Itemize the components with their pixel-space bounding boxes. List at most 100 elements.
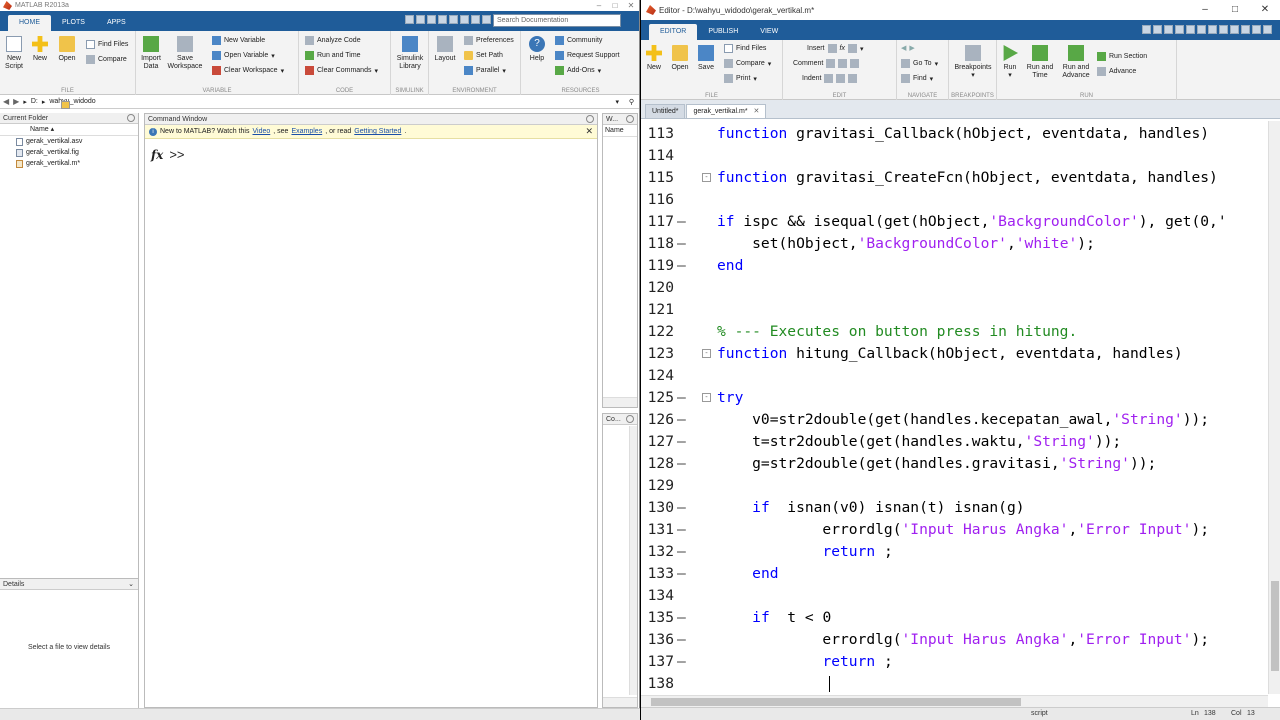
code-line[interactable]: 124 — [641, 365, 1268, 387]
code-line[interactable]: 113 function gravitasi_Callback(hObject, … — [641, 123, 1268, 145]
tab-apps[interactable]: APPS — [96, 15, 137, 31]
code-line[interactable]: 121 — [641, 299, 1268, 321]
code-line[interactable]: 122 % --- Executes on button press in hit… — [641, 321, 1268, 343]
qat-paste-icon[interactable] — [438, 15, 447, 24]
open-variable-button[interactable]: Open Variable ▾ — [212, 51, 275, 60]
maximize-icon[interactable]: □ — [1220, 0, 1250, 20]
panel-actions-icon[interactable] — [626, 115, 634, 123]
breakpoint-marker[interactable]: – — [677, 453, 686, 475]
uncomment-icon[interactable] — [838, 59, 848, 68]
increase-indent-icon[interactable] — [836, 74, 846, 83]
help-button[interactable]: ? Help — [525, 36, 549, 63]
function-browser-icon[interactable]: fx — [151, 148, 163, 162]
code-line[interactable]: 125– - try — [641, 387, 1268, 409]
qat-layout-icon[interactable] — [1230, 25, 1239, 34]
breakpoint-marker[interactable]: – — [677, 563, 686, 585]
qat-layout-icon[interactable] — [1208, 25, 1217, 34]
code-line[interactable]: 133– end — [641, 563, 1268, 585]
save-button[interactable]: Save — [695, 45, 717, 72]
fx-icon[interactable]: fx — [840, 45, 845, 52]
new-script-button[interactable]: New Script — [3, 36, 25, 71]
advance-button[interactable]: Advance — [1097, 67, 1136, 76]
breakpoint-marker[interactable]: – — [677, 409, 686, 431]
qat-layout-icon[interactable] — [1219, 25, 1228, 34]
run-and-time-button[interactable]: Run and Time — [1025, 45, 1055, 80]
qat-save-icon[interactable] — [405, 15, 414, 24]
video-link[interactable]: Video — [252, 128, 270, 135]
examples-link[interactable]: Examples — [291, 128, 322, 135]
qat-help-icon[interactable] — [1252, 25, 1261, 34]
breakpoint-marker[interactable]: – — [677, 497, 686, 519]
add-ons-button[interactable]: Add-Ons ▾ — [555, 66, 601, 75]
qat-redo-icon[interactable] — [460, 15, 469, 24]
address-folder[interactable]: wahyu_widodo — [49, 98, 95, 105]
open-button[interactable]: Open — [669, 45, 691, 72]
fold-toggle-icon[interactable]: - — [702, 393, 711, 402]
community-button[interactable]: Community — [555, 36, 602, 45]
minimize-icon[interactable]: – — [1190, 0, 1220, 20]
code-line[interactable]: 115 - function gravitasi_CreateFcn(hObject… — [641, 167, 1268, 189]
tab-home[interactable]: HOME — [8, 15, 51, 31]
code-line[interactable]: 114 — [641, 145, 1268, 167]
new-button[interactable]: New — [643, 45, 665, 72]
qat-copy-icon[interactable] — [1164, 25, 1173, 34]
layout-button[interactable]: Layout — [431, 36, 459, 63]
compare-button[interactable]: Compare — [86, 55, 127, 64]
breakpoints-button[interactable]: Breakpoints ▾ — [949, 45, 997, 80]
editor-horizontal-scrollbar[interactable] — [641, 695, 1268, 707]
comment-button[interactable]: Comment — [793, 59, 860, 68]
scroll-thumb[interactable] — [651, 698, 1021, 706]
code-line[interactable]: 129 — [641, 475, 1268, 497]
breakpoint-marker[interactable]: – — [677, 607, 686, 629]
browse-folder-icon[interactable] — [61, 101, 70, 109]
simulink-library-button[interactable]: Simulink Library — [394, 36, 426, 71]
import-data-button[interactable]: Import Data — [139, 36, 163, 71]
qat-paste-icon[interactable] — [1175, 25, 1184, 34]
qat-undo-icon[interactable] — [1186, 25, 1195, 34]
breakpoint-marker[interactable]: – — [677, 431, 686, 453]
code-line[interactable]: 135– if t < 0 — [641, 607, 1268, 629]
parallel-button[interactable]: Parallel ▾ — [464, 66, 506, 75]
editor-vertical-scrollbar[interactable] — [1268, 121, 1280, 694]
code-line[interactable]: 128– g=str2double(get(handles.gravitasi,… — [641, 453, 1268, 475]
code-line[interactable]: 127– t=str2double(get(handles.waktu,'Str… — [641, 431, 1268, 453]
insert-button[interactable]: Insert fx ▾ — [807, 44, 863, 53]
close-icon[interactable]: ✕ — [1250, 0, 1280, 20]
run-and-time-button[interactable]: Run and Time — [305, 51, 361, 60]
find-files-button[interactable]: Find Files — [724, 44, 766, 53]
panel-actions-icon[interactable] — [626, 415, 634, 423]
tab-plots[interactable]: PLOTS — [51, 15, 96, 31]
workspace-name-column[interactable]: Name — [603, 125, 637, 137]
save-workspace-button[interactable]: Save Workspace — [166, 36, 204, 71]
analyze-code-button[interactable]: Analyze Code — [305, 36, 361, 45]
command-prompt[interactable]: fx >> — [151, 147, 597, 162]
close-tab-icon[interactable]: ✕ — [754, 108, 760, 115]
back-arrow-icon[interactable]: ◀ — [901, 44, 906, 52]
doc-tab-gerak-vertikal[interactable]: gerak_vertikal.m* ✕ — [686, 104, 767, 118]
indent-button[interactable]: Indent — [802, 74, 858, 83]
preferences-button[interactable]: Preferences — [464, 36, 514, 45]
new-button[interactable]: New — [29, 36, 51, 63]
file-item[interactable]: gerak_vertikal.asv — [0, 136, 138, 147]
qat-undo-icon[interactable] — [449, 15, 458, 24]
breakpoint-marker[interactable]: – — [677, 387, 686, 409]
code-line[interactable]: 137– return ; — [641, 651, 1268, 673]
fold-toggle-icon[interactable]: - — [702, 349, 711, 358]
tab-editor[interactable]: EDITOR — [649, 24, 698, 40]
search-documentation-input[interactable]: Search Documentation — [493, 14, 621, 27]
code-line[interactable]: 116 — [641, 189, 1268, 211]
breakpoint-marker[interactable]: – — [677, 629, 686, 651]
code-line[interactable]: 119– end — [641, 255, 1268, 277]
new-variable-button[interactable]: New Variable — [212, 36, 265, 45]
close-icon[interactable]: ✕ — [623, 0, 639, 11]
breakpoint-marker[interactable]: – — [677, 233, 686, 255]
history-vertical-scrollbar[interactable] — [629, 426, 637, 695]
forward-arrow-icon[interactable]: ▶ — [909, 44, 914, 52]
run-and-advance-button[interactable]: Run and Advance — [1059, 45, 1093, 80]
workspace-horizontal-scrollbar[interactable] — [603, 397, 637, 407]
search-icon[interactable]: ⚲ — [629, 98, 634, 106]
maximize-icon[interactable]: □ — [607, 0, 623, 11]
qat-copy-icon[interactable] — [427, 15, 436, 24]
code-line[interactable]: 134 — [641, 585, 1268, 607]
code-line[interactable]: 130– if isnan(v0) isnan(t) isnan(g) — [641, 497, 1268, 519]
